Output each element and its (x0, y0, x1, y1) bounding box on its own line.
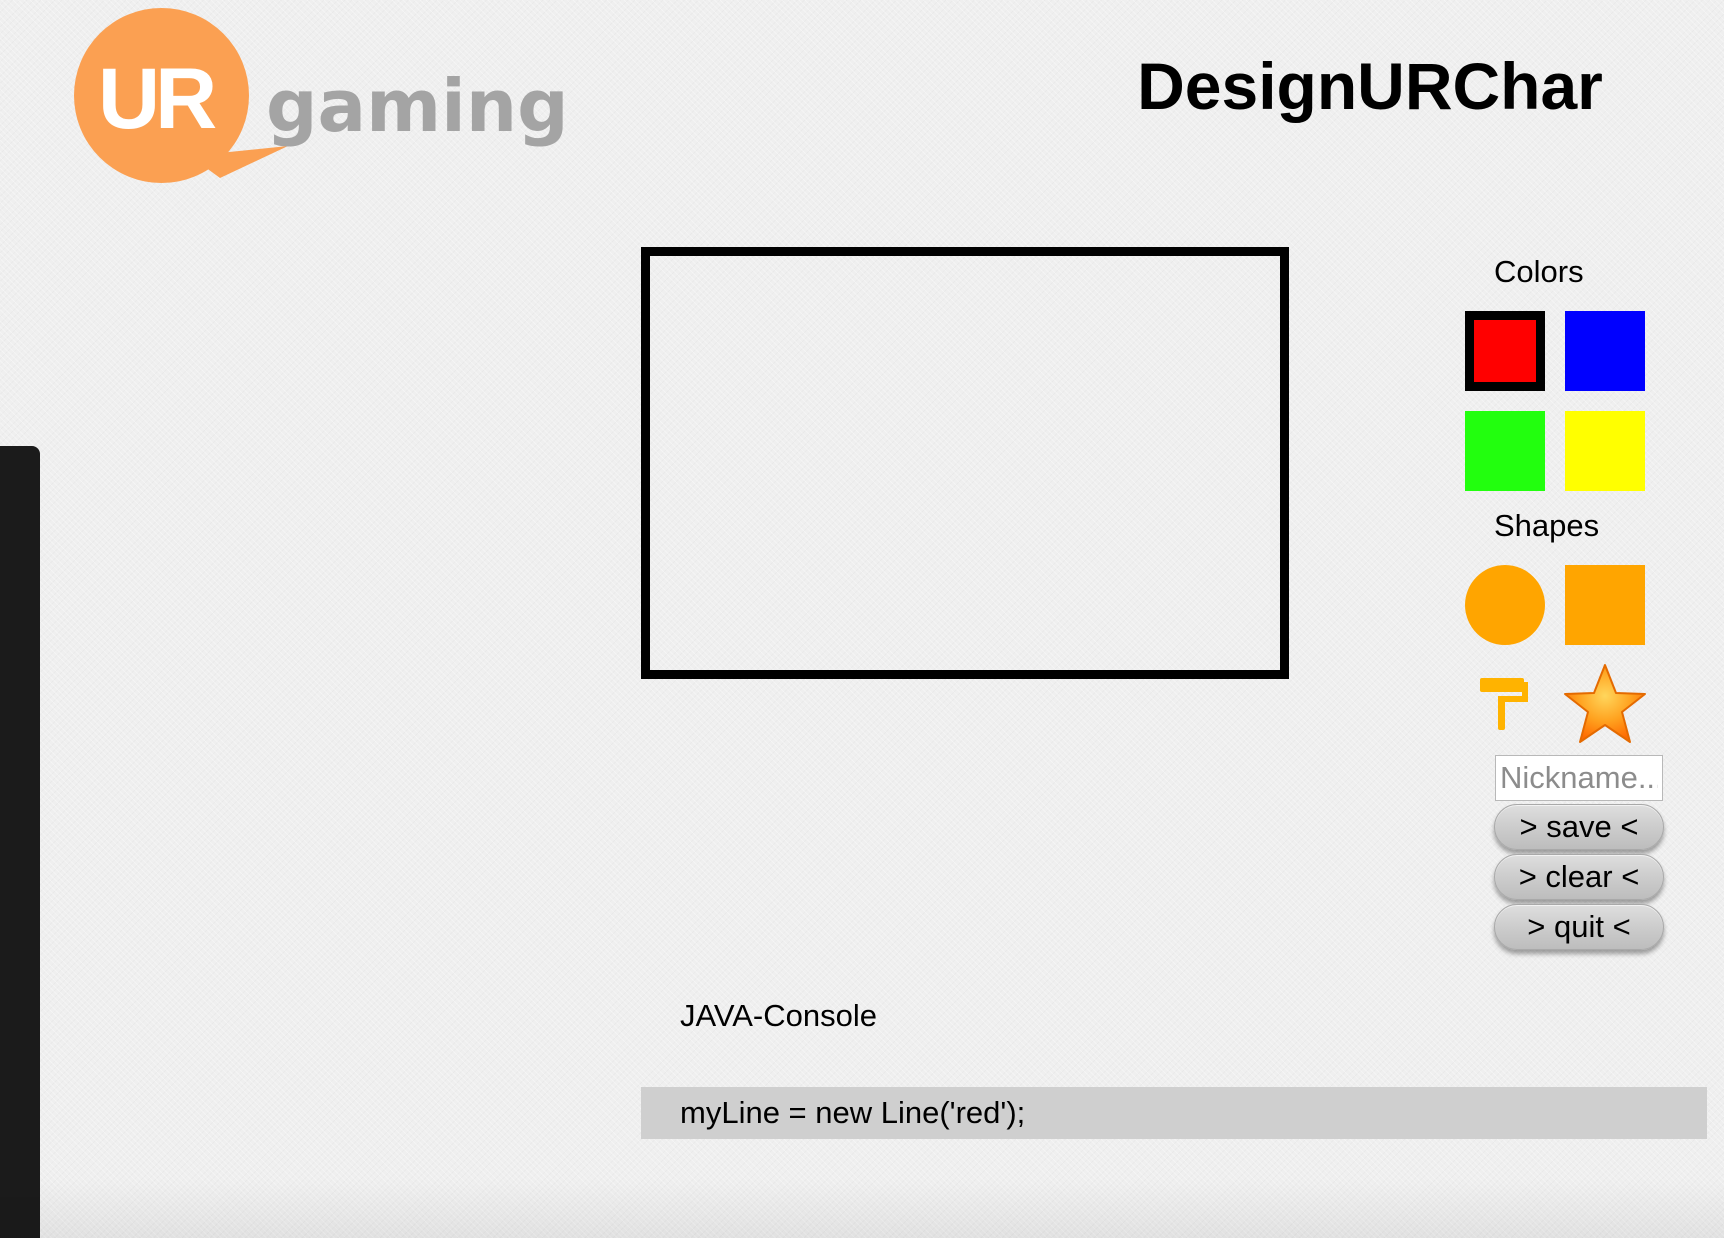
color-swatch-red[interactable] (1465, 311, 1545, 391)
star-icon[interactable] (1562, 662, 1648, 746)
urgaming-logo: UR gaming (70, 6, 569, 186)
console-label: JAVA-Console (680, 998, 877, 1033)
page-title: DesignURChar (1137, 49, 1603, 123)
clear-button[interactable]: > clear < (1494, 854, 1664, 900)
java-console-output: myLine = new Line('red'); (641, 1087, 1707, 1139)
left-dark-bar (0, 446, 40, 1238)
nickname-input[interactable] (1495, 755, 1663, 801)
logo-ur-text: UR (98, 51, 217, 147)
bottom-shade (0, 1178, 1724, 1238)
paint-roller-icon[interactable] (1478, 676, 1532, 732)
shape-circle-button[interactable] (1465, 565, 1545, 645)
drawing-canvas[interactable] (641, 247, 1289, 679)
shape-square-button[interactable] (1565, 565, 1645, 645)
color-swatch-green[interactable] (1465, 411, 1545, 491)
color-swatch-blue[interactable] (1565, 311, 1645, 391)
colors-heading: Colors (1494, 254, 1584, 289)
save-button[interactable]: > save < (1494, 804, 1664, 850)
console-code-line: myLine = new Line('red'); (680, 1095, 1026, 1130)
shapes-heading: Shapes (1494, 508, 1600, 543)
quit-button[interactable]: > quit < (1494, 904, 1664, 950)
color-swatch-yellow[interactable] (1565, 411, 1645, 491)
logo-gaming-text: gaming (266, 64, 569, 148)
